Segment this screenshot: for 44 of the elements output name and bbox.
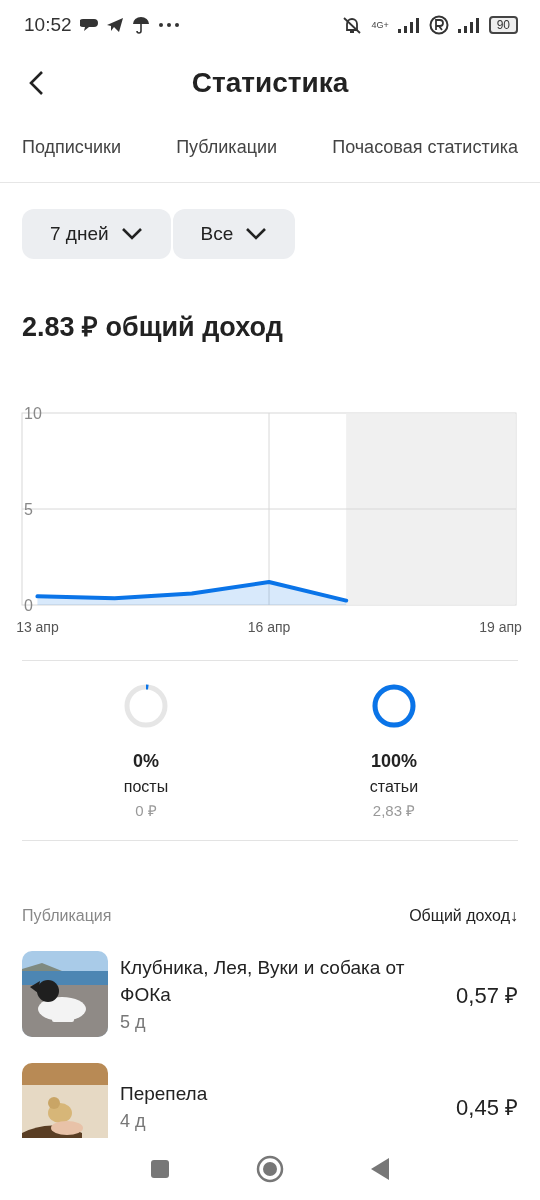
x-tick-label: 13 апр <box>16 619 59 635</box>
chevron-down-icon <box>245 227 268 241</box>
share-percent: 0% <box>133 751 159 772</box>
tab[interactable]: Подписчики <box>22 129 122 169</box>
chat-icon <box>79 17 98 33</box>
publication-title[interactable]: Перепела <box>120 1079 445 1107</box>
filter-dropdown[interactable]: Все <box>172 209 296 259</box>
roaming-icon <box>428 15 449 35</box>
battery-indicator: 90 <box>488 16 518 34</box>
network-label: 4G+ <box>371 20 389 30</box>
x-tick-label: 16 апр <box>247 619 291 635</box>
publication-income: 0,45 ₽ <box>456 1094 518 1121</box>
share-amount: 0 ₽ <box>135 801 157 820</box>
share-amount: 2,83 ₽ <box>372 801 416 820</box>
column-header: Публикация <box>22 907 112 925</box>
share-label: статьи <box>369 778 419 796</box>
signal-icon <box>456 16 481 34</box>
umbrella-icon <box>131 16 150 34</box>
send-icon <box>105 17 124 33</box>
share-percent: 100% <box>370 751 417 772</box>
publication-age: 4 д <box>120 1109 147 1133</box>
home-button[interactable] <box>256 1155 284 1183</box>
filter-dropdown[interactable]: 7 дней <box>22 209 171 259</box>
sort-button[interactable]: Общий доход↓ <box>409 907 518 925</box>
recent-apps-button[interactable] <box>150 1159 170 1179</box>
x-tick-label: 19 апр <box>479 619 522 635</box>
tab[interactable]: Почасовая статистика <box>332 129 518 169</box>
chevron-down-icon <box>120 227 143 241</box>
total-income: 2.83 ₽ общий доход <box>22 311 284 344</box>
status-time: 10:52 <box>24 14 72 36</box>
screen-title: Статистика <box>191 67 349 99</box>
signal-icon <box>396 16 421 34</box>
back-nav-button[interactable] <box>370 1157 390 1181</box>
y-tick-label: 5 <box>24 501 33 518</box>
publication-income: 0,57 ₽ <box>456 982 518 1009</box>
publication-age: 5 д <box>120 1011 147 1034</box>
donut-chart <box>123 683 169 729</box>
publication-title[interactable]: Клубника, Лея, Вуки и собака от ФОКа <box>120 954 445 1008</box>
y-tick-label: 10 <box>24 405 42 422</box>
tab[interactable]: Публикации <box>176 129 278 169</box>
share-label: посты <box>123 778 169 796</box>
y-tick-label: 0 <box>24 597 33 614</box>
donut-chart <box>371 683 417 729</box>
more-icon <box>157 22 180 28</box>
